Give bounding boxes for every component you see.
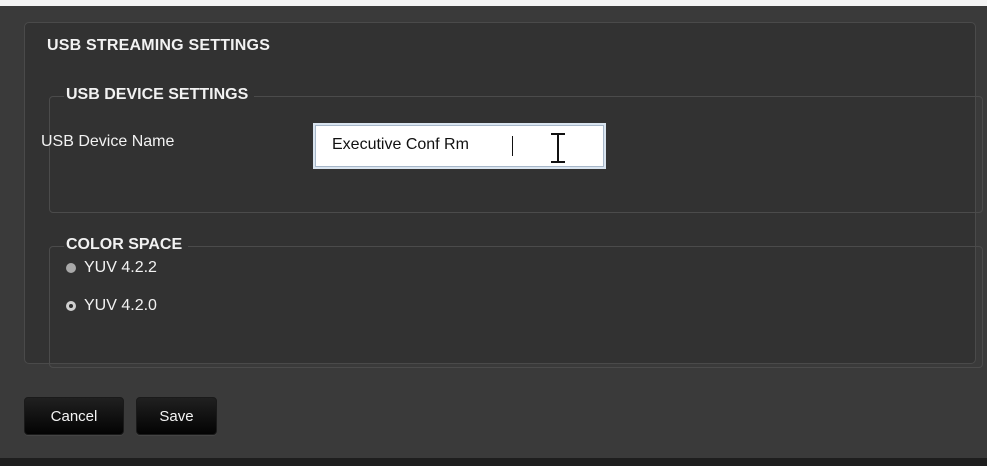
bottom-strip [0,458,987,466]
color-space-group: COLOR SPACE [49,236,983,368]
text-caret [512,136,513,156]
usb-device-settings-legend: USB DEVICE SETTINGS [64,86,255,104]
yuv420-label: YUV 4.2.0 [84,297,157,314]
cancel-button[interactable]: Cancel [24,397,124,435]
usb-device-name-label: USB Device Name [41,133,175,150]
usb-streaming-settings-page: USB STREAMING SETTINGS USB DEVICE SETTIN… [0,0,987,466]
usb-device-name-value[interactable]: Executive Conf Rm [332,136,469,154]
radio-unchecked-icon[interactable] [66,263,76,273]
yuv422-label: YUV 4.2.2 [84,259,157,276]
color-space-option-yuv422[interactable]: YUV 4.2.2 [66,259,157,277]
radio-checked-icon[interactable] [66,301,76,311]
panel-title: USB STREAMING SETTINGS [47,37,271,54]
color-space-option-yuv420[interactable]: YUV 4.2.0 [66,297,157,315]
save-button[interactable]: Save [136,397,217,435]
i-beam-cursor-icon [551,133,565,163]
settings-panel: USB STREAMING SETTINGS USB DEVICE SETTIN… [24,22,983,368]
top-strip [0,0,987,6]
color-space-legend: COLOR SPACE [64,236,189,254]
